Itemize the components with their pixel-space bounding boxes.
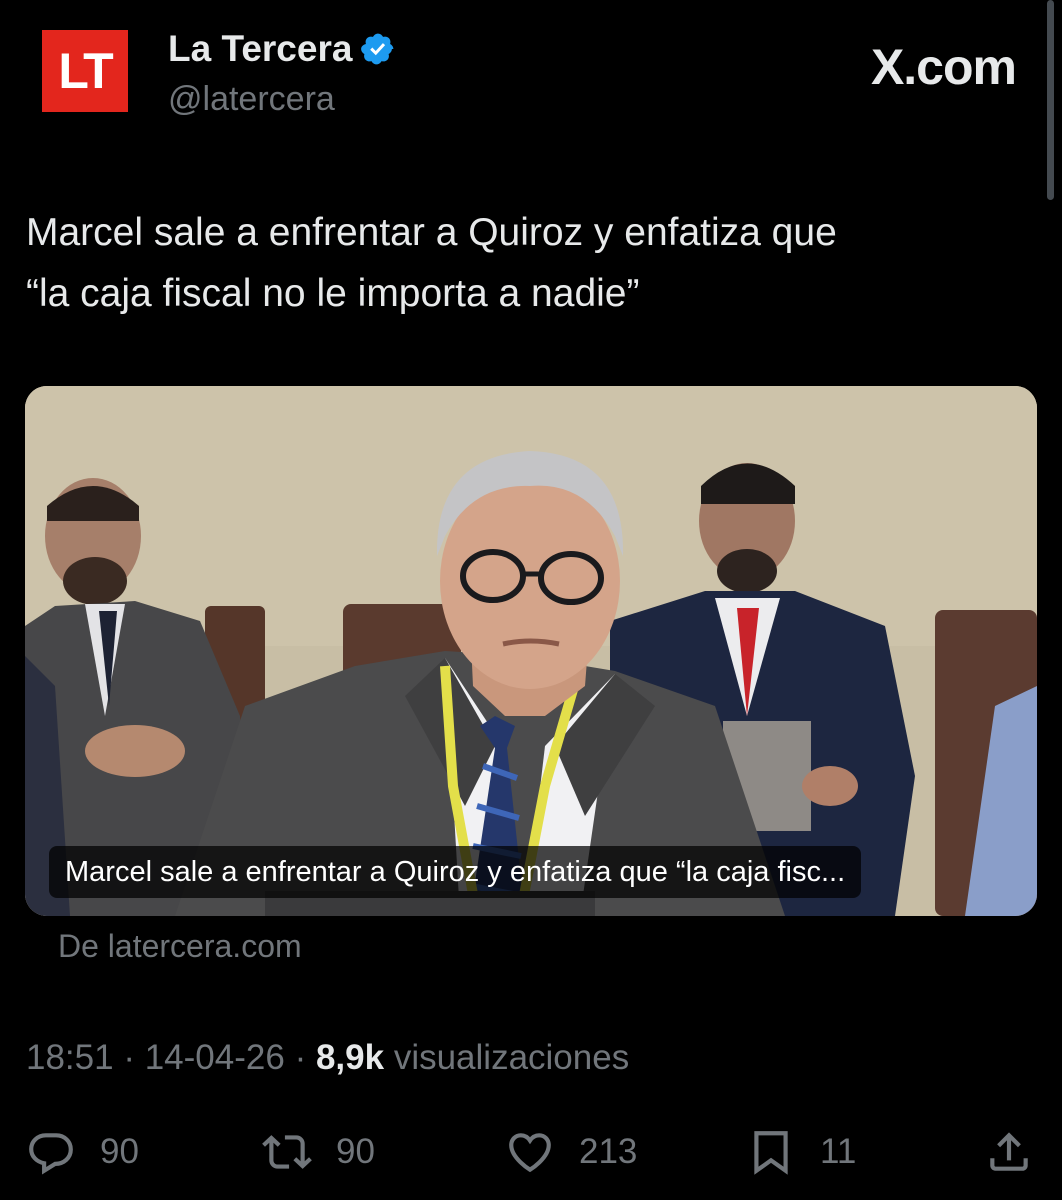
meta-separator: ·	[294, 1038, 307, 1077]
meta-separator: ·	[123, 1038, 135, 1077]
action-bar: 90 90 213 11	[0, 1120, 1062, 1184]
card-caption: Marcel sale a enfrentar a Quiroz y enfat…	[49, 846, 862, 898]
name-row: La Tercera	[168, 28, 396, 70]
card-source-domain[interactable]: De latercera.com	[58, 928, 302, 965]
scrollbar[interactable]	[1047, 0, 1054, 200]
views-count: 8,9k	[315, 1038, 385, 1077]
tweet-text: Marcel sale a enfrentar a Quiroz y enfat…	[26, 202, 1026, 324]
tweet-text-line-1: Marcel sale a enfrentar a Quiroz y enfat…	[26, 211, 837, 254]
reply-button[interactable]: 90	[26, 1120, 139, 1184]
card-photo	[25, 386, 1037, 916]
x-com-logo: X.com	[870, 39, 1017, 95]
repost-count: 90	[336, 1132, 375, 1171]
like-button[interactable]: 213	[505, 1120, 637, 1184]
link-card[interactable]: Marcel sale a enfrentar a Quiroz y enfat…	[25, 386, 1037, 916]
share-button[interactable]	[984, 1120, 1058, 1184]
bookmark-count: 11	[820, 1132, 857, 1171]
user-handle[interactable]: @latercera	[168, 80, 335, 119]
bookmark-button[interactable]: 11	[746, 1120, 856, 1184]
tweet-header: LT La Tercera @latercera X.com	[42, 28, 1032, 118]
heart-icon	[509, 1133, 551, 1173]
tweet-meta: 18:51 · 14-04-26 · 8,9k visualizaciones	[26, 1038, 629, 1078]
tweet-date[interactable]: 14-04-26	[145, 1038, 285, 1077]
bookmark-icon	[754, 1131, 788, 1175]
avatar[interactable]: LT	[42, 30, 128, 112]
like-count: 213	[579, 1132, 638, 1171]
repost-icon	[262, 1135, 312, 1169]
avatar-logo-text: LT	[58, 43, 113, 99]
tweet-time[interactable]: 18:51	[26, 1038, 114, 1077]
verified-badge-icon	[360, 31, 396, 67]
views-label: visualizaciones	[393, 1038, 630, 1077]
reply-icon	[29, 1133, 73, 1175]
share-icon	[990, 1132, 1028, 1171]
reply-count: 90	[100, 1132, 139, 1171]
tweet-text-line-2: “la caja fiscal no le importa a nadie”	[26, 272, 640, 315]
repost-button[interactable]: 90	[262, 1120, 375, 1184]
display-name[interactable]: La Tercera	[168, 28, 352, 70]
